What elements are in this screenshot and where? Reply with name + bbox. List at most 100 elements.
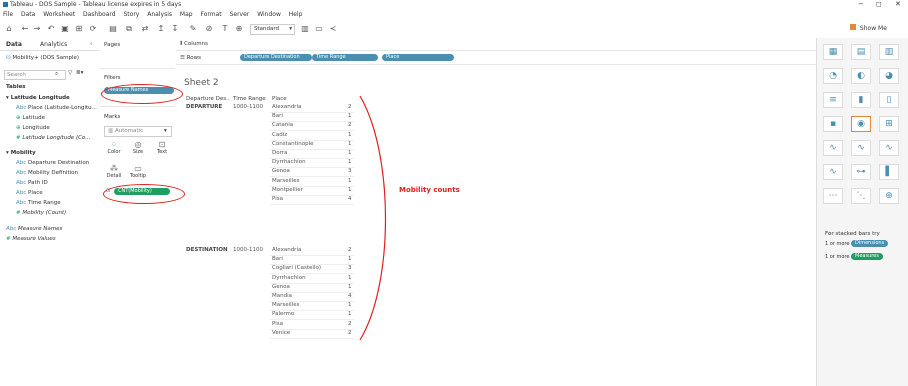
menu-window[interactable]: Window bbox=[257, 11, 281, 18]
minimize-button[interactable]: − bbox=[858, 0, 864, 8]
count-cell[interactable]: 2 bbox=[348, 122, 352, 128]
count-cell[interactable]: 1 bbox=[348, 159, 352, 165]
count-cell[interactable]: 3 bbox=[348, 265, 352, 271]
columns-shelf[interactable]: ⫴ Columns bbox=[176, 38, 816, 51]
count-cell[interactable]: 4 bbox=[348, 293, 352, 299]
chart-thumbnail[interactable]: ∿ bbox=[851, 140, 871, 156]
chart-thumbnail[interactable]: ⊶ bbox=[851, 164, 871, 180]
chart-thumbnail[interactable]: ⋯ bbox=[823, 188, 843, 204]
chart-thumbnail[interactable]: ∿ bbox=[823, 140, 843, 156]
text-button[interactable]: ⊡ Text bbox=[152, 140, 172, 160]
datasource-item[interactable]: ⛁ Mobility+ (DOS Sample) bbox=[6, 55, 79, 61]
field-place-latlong[interactable]: Abc Place (Latitude-Longitu... bbox=[16, 105, 97, 111]
chart-thumbnail[interactable]: ⊞ bbox=[879, 116, 899, 132]
collapse-icon[interactable]: ‹ bbox=[90, 41, 92, 47]
tab-analytics[interactable]: Analytics bbox=[40, 41, 67, 48]
menu-file[interactable]: File bbox=[3, 11, 13, 18]
chart-thumbnail[interactable]: ◕ bbox=[879, 68, 899, 84]
folder-latitude-longitude[interactable]: ▾ Latitude Longitude bbox=[6, 95, 70, 101]
count-cell[interactable]: 1 bbox=[348, 113, 352, 119]
chart-thumbnail[interactable]: ▮ bbox=[851, 92, 871, 108]
close-button[interactable]: ✕ bbox=[895, 0, 901, 8]
place-cell[interactable]: Cogliari (Castello) bbox=[272, 265, 321, 271]
field-mobility-definition[interactable]: Abc Mobility Definition bbox=[16, 170, 78, 176]
chart-thumbnail[interactable]: ◉ bbox=[851, 116, 871, 132]
save-icon[interactable]: ▣ bbox=[60, 24, 70, 34]
mark-type-select[interactable]: ▥ Automatic ▾ bbox=[104, 126, 172, 137]
view-options-icon[interactable]: ≣▾ bbox=[76, 70, 83, 76]
count-cell[interactable]: 1 bbox=[348, 284, 352, 290]
place-cell[interactable]: Catania bbox=[272, 122, 293, 128]
menu-server[interactable]: Server bbox=[230, 11, 250, 18]
place-cell[interactable]: Cadiz bbox=[272, 132, 287, 138]
count-cell[interactable]: 2 bbox=[348, 330, 352, 336]
menu-map[interactable]: Map bbox=[180, 11, 193, 18]
group-destination-time[interactable]: 1000-1100 bbox=[233, 247, 263, 253]
count-cell[interactable]: 3 bbox=[348, 168, 352, 174]
chart-thumbnail[interactable]: ▤ bbox=[851, 44, 871, 60]
duplicate-icon[interactable]: ⧉ bbox=[124, 24, 134, 34]
chart-thumbnail[interactable]: ▌ bbox=[879, 164, 899, 180]
field-latitude[interactable]: ⊕ Latitude bbox=[16, 115, 45, 121]
highlight-icon[interactable]: ✎ bbox=[188, 24, 198, 34]
rows-pill-departure-destination[interactable]: Departure Destination bbox=[240, 54, 312, 61]
count-cell[interactable]: 1 bbox=[348, 302, 352, 308]
new-worksheet-icon[interactable]: ▤ bbox=[108, 24, 118, 34]
count-cell[interactable]: 1 bbox=[348, 150, 352, 156]
field-longitude[interactable]: ⊕ Longitude bbox=[16, 125, 50, 131]
place-cell[interactable]: Bari bbox=[272, 113, 283, 119]
place-cell[interactable]: Palermo bbox=[272, 311, 294, 317]
place-cell[interactable]: Marseilles bbox=[272, 178, 299, 184]
rows-pill-place[interactable]: Place bbox=[382, 54, 454, 61]
place-cell[interactable]: Montpellier bbox=[272, 187, 303, 193]
menu-help[interactable]: Help bbox=[289, 11, 303, 18]
place-cell[interactable]: Pisa bbox=[272, 321, 283, 327]
field-time-range[interactable]: Abc Time Range bbox=[16, 200, 61, 206]
chart-thumbnail[interactable]: ∿ bbox=[879, 140, 899, 156]
back-icon[interactable]: ← bbox=[20, 24, 30, 34]
chart-thumbnail[interactable]: ⊕ bbox=[879, 188, 899, 204]
filter-icon[interactable]: ▽ bbox=[68, 70, 72, 76]
place-cell[interactable]: Dyrrhachion bbox=[272, 159, 306, 165]
count-cell[interactable]: 1 bbox=[348, 275, 352, 281]
size-button[interactable]: ◎ Size bbox=[128, 140, 148, 160]
count-cell[interactable]: 1 bbox=[348, 311, 352, 317]
count-cell[interactable]: 4 bbox=[348, 196, 352, 202]
chart-thumbnail[interactable]: ▦ bbox=[823, 44, 843, 60]
chart-icon[interactable]: ▥ bbox=[300, 24, 310, 34]
fit-select[interactable]: Standard ▾ bbox=[250, 24, 295, 35]
menu-dashboard[interactable]: Dashboard bbox=[83, 11, 116, 18]
swap-icon[interactable]: ⇄ bbox=[140, 24, 150, 34]
menu-data[interactable]: Data bbox=[21, 11, 35, 18]
place-cell[interactable]: Marseilles bbox=[272, 302, 299, 308]
labels-icon[interactable]: T bbox=[220, 24, 230, 34]
chart-thumbnail[interactable]: ◔ bbox=[823, 68, 843, 84]
count-cell[interactable]: 1 bbox=[348, 132, 352, 138]
field-measure-values[interactable]: # Measure Values bbox=[6, 236, 56, 242]
field-path-id[interactable]: Abc Path ID bbox=[16, 180, 48, 186]
count-cell[interactable]: 1 bbox=[348, 178, 352, 184]
chart-thumbnail[interactable]: ∿ bbox=[823, 164, 843, 180]
place-cell[interactable]: Mandia bbox=[272, 293, 292, 299]
group-departure-time[interactable]: 1000-1100 bbox=[233, 104, 263, 110]
place-cell[interactable]: Dorra bbox=[272, 150, 287, 156]
place-cell[interactable]: Genoa bbox=[272, 284, 290, 290]
count-cell[interactable]: 1 bbox=[348, 141, 352, 147]
place-cell[interactable]: Genoa bbox=[272, 168, 290, 174]
group-icon[interactable]: ⊘ bbox=[204, 24, 214, 34]
field-measure-names[interactable]: Abc Measure Names bbox=[6, 226, 62, 232]
field-mobility-count[interactable]: # Mobility (Count) bbox=[16, 210, 66, 216]
chart-thumbnail[interactable]: ▥ bbox=[879, 44, 899, 60]
rows-pill-time-range[interactable]: Time Range bbox=[312, 54, 378, 61]
count-cell[interactable]: 1 bbox=[348, 187, 352, 193]
chart-thumbnail[interactable]: ▪ bbox=[823, 116, 843, 132]
chart-thumbnail[interactable]: ≡ bbox=[823, 92, 843, 108]
field-place[interactable]: Abc Place bbox=[16, 190, 43, 196]
folder-mobility[interactable]: ▾ Mobility bbox=[6, 150, 36, 156]
place-cell[interactable]: Bari bbox=[272, 256, 283, 262]
maximize-button[interactable]: ◻ bbox=[876, 0, 882, 8]
menu-story[interactable]: Story bbox=[123, 11, 139, 18]
share-icon[interactable]: ≺ bbox=[328, 24, 338, 34]
show-me-button[interactable]: Show Me bbox=[850, 24, 887, 32]
sort-asc-icon[interactable]: ↥ bbox=[156, 24, 166, 34]
